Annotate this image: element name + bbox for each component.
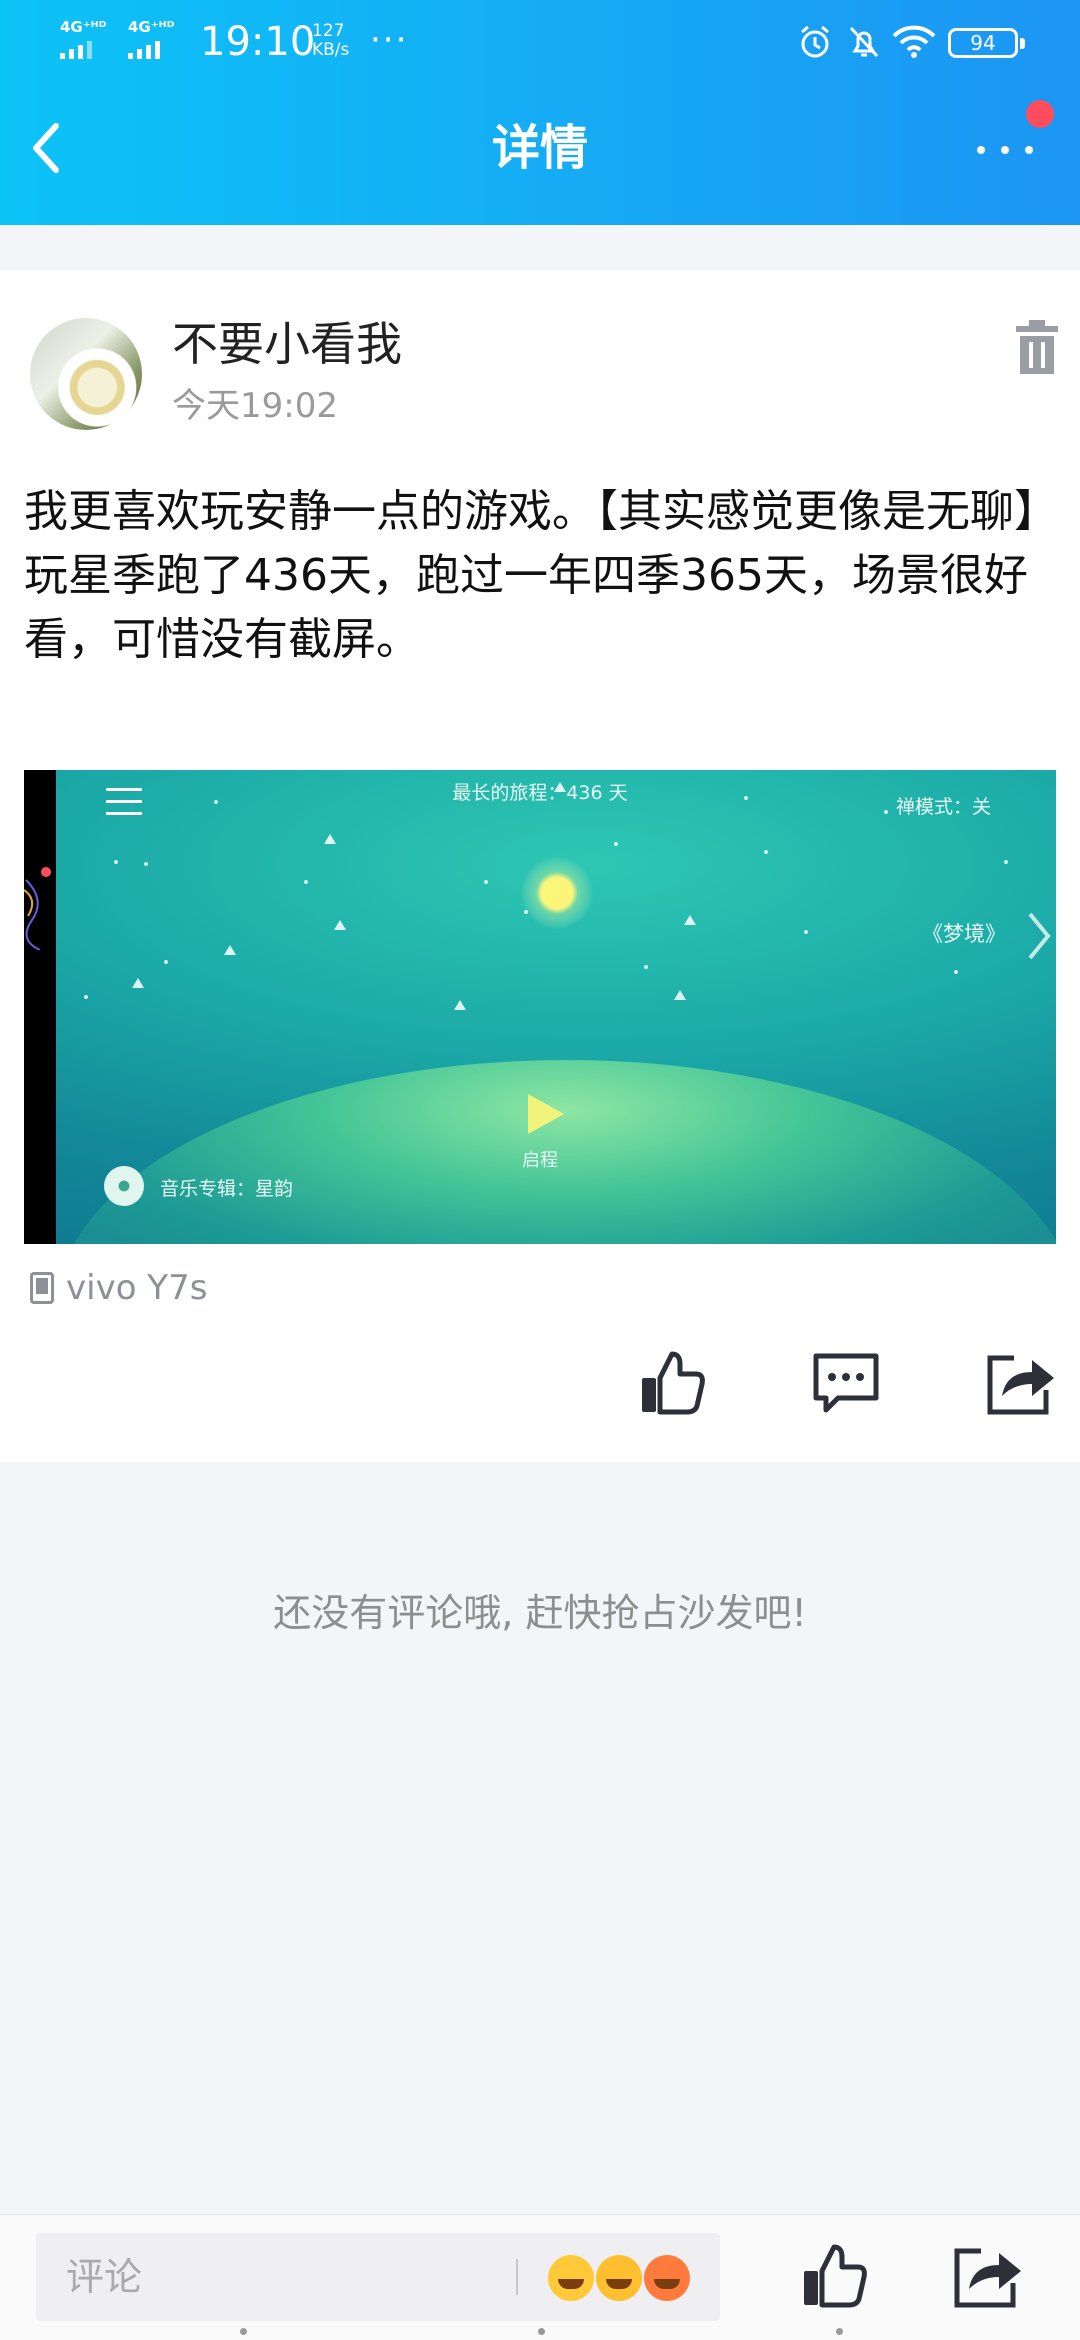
game-album-text: 音乐专辑：星韵 bbox=[160, 1178, 294, 1200]
post-card: 不要小看我 今天19:02 我更喜欢玩安静一点的游戏。【其实感觉更像是无聊】 玩… bbox=[0, 270, 1080, 1462]
input-separator bbox=[516, 2259, 518, 2295]
network-speed: 127 KB/s bbox=[312, 22, 349, 60]
device-name: vivo Y7s bbox=[66, 1268, 208, 1308]
header-bar: 4G⁺ᴴᴰ 4G⁺ᴴᴰ 19:10 127 KB/s ··· 94 详情 bbox=[0, 0, 1080, 225]
sparkle-dot bbox=[214, 800, 218, 804]
empty-comments-text: 还没有评论哦, 赶快抢占沙发吧! bbox=[273, 1591, 807, 1635]
game-orb bbox=[520, 856, 594, 930]
angry-emoji-icon[interactable] bbox=[644, 2255, 690, 2301]
like-icon[interactable] bbox=[638, 1348, 708, 1418]
comment-icon[interactable] bbox=[810, 1348, 882, 1418]
sparkle-dot bbox=[954, 970, 958, 974]
sparkle bbox=[554, 782, 566, 792]
comment-input[interactable]: 评论 bbox=[36, 2233, 720, 2321]
sparkle-dot bbox=[304, 880, 308, 884]
post-content: 我更喜欢玩安静一点的游戏。【其实感觉更像是无聊】 玩星季跑了436天，跑过一年四… bbox=[24, 486, 1058, 665]
bottom-share-icon[interactable] bbox=[950, 2241, 1026, 2311]
comment-placeholder: 评论 bbox=[66, 2255, 143, 2299]
network-type-2: 4G⁺ᴴᴰ bbox=[128, 18, 175, 36]
share-icon[interactable] bbox=[984, 1348, 1058, 1418]
clock: 19:10 bbox=[200, 19, 316, 65]
speed-value: 127 bbox=[312, 21, 345, 41]
signal-icon-2: 4G⁺ᴴᴰ bbox=[128, 20, 174, 59]
delete-icon[interactable] bbox=[1012, 318, 1062, 378]
more-options-icon[interactable] bbox=[965, 118, 1045, 178]
post-time: 今天19:02 bbox=[172, 386, 338, 426]
sparkle bbox=[132, 978, 144, 988]
sparkle bbox=[224, 945, 236, 955]
sparkle bbox=[684, 915, 696, 925]
sparkle-dot bbox=[144, 862, 148, 866]
page-title: 详情 bbox=[491, 120, 588, 176]
avatar[interactable] bbox=[30, 318, 142, 430]
nav-indicator-dot bbox=[538, 2328, 545, 2335]
sparkle-dot bbox=[764, 850, 768, 854]
notification-badge bbox=[1026, 100, 1054, 128]
battery-level: 94 bbox=[970, 31, 996, 55]
sparkle bbox=[334, 920, 346, 930]
game-dream-text: 《梦境》 bbox=[922, 922, 1006, 946]
sparkle-dot bbox=[804, 930, 808, 934]
sparkle bbox=[674, 990, 686, 1000]
nav-indicator-dot bbox=[836, 2328, 843, 2335]
bottom-like-icon[interactable] bbox=[800, 2241, 870, 2311]
sparkle-dot bbox=[884, 810, 888, 814]
sparkle-dot bbox=[84, 995, 88, 999]
phone-icon bbox=[30, 1272, 54, 1304]
edge-decoration bbox=[24, 867, 51, 950]
status-more: ··· bbox=[370, 20, 409, 60]
wifi-icon bbox=[892, 25, 936, 58]
game-zen-mode-text: 禅模式：关 bbox=[896, 796, 992, 818]
sparkle-dot bbox=[614, 842, 618, 846]
grin-emoji-icon[interactable] bbox=[548, 2255, 594, 2301]
nav-indicator-dot bbox=[240, 2328, 247, 2335]
sparkle bbox=[324, 834, 336, 844]
bottom-bar: 评论 bbox=[0, 2214, 1080, 2340]
game-disc-icon bbox=[104, 1166, 144, 1206]
sparkle bbox=[454, 1000, 466, 1010]
battery-icon: 94 bbox=[948, 28, 1025, 58]
image-left-edge bbox=[24, 770, 56, 1244]
device-label: vivo Y7s bbox=[30, 1266, 207, 1310]
speed-unit: KB/s bbox=[312, 40, 350, 60]
game-play-icon bbox=[528, 1094, 564, 1134]
sparkle-dot bbox=[164, 960, 168, 964]
username[interactable]: 不要小看我 bbox=[172, 316, 402, 372]
mute-bell-icon bbox=[849, 26, 879, 58]
sparkle-dot bbox=[644, 965, 648, 969]
sparkle-dot bbox=[1004, 860, 1008, 864]
sparkle-dot bbox=[484, 880, 488, 884]
post-image[interactable]: 最长的旅程：436 天 禅模式：关 《梦境》 启程 音乐专辑：星韵 bbox=[24, 770, 1056, 1244]
network-type-1: 4G⁺ᴴᴰ bbox=[60, 18, 107, 36]
alarm-icon bbox=[801, 25, 829, 58]
laugh-emoji-icon[interactable] bbox=[596, 2255, 642, 2301]
sparkle-dot bbox=[524, 910, 528, 914]
status-bar: 4G⁺ᴴᴰ 4G⁺ᴴᴰ 19:10 127 KB/s ··· 94 bbox=[0, 0, 1080, 84]
game-chevron-right-icon bbox=[1028, 912, 1051, 960]
sparkle-dot bbox=[114, 860, 118, 864]
signal-icon-1: 4G⁺ᴴᴰ bbox=[60, 20, 106, 59]
sparkle-dot bbox=[744, 796, 748, 800]
game-start-text: 启程 bbox=[522, 1150, 558, 1171]
